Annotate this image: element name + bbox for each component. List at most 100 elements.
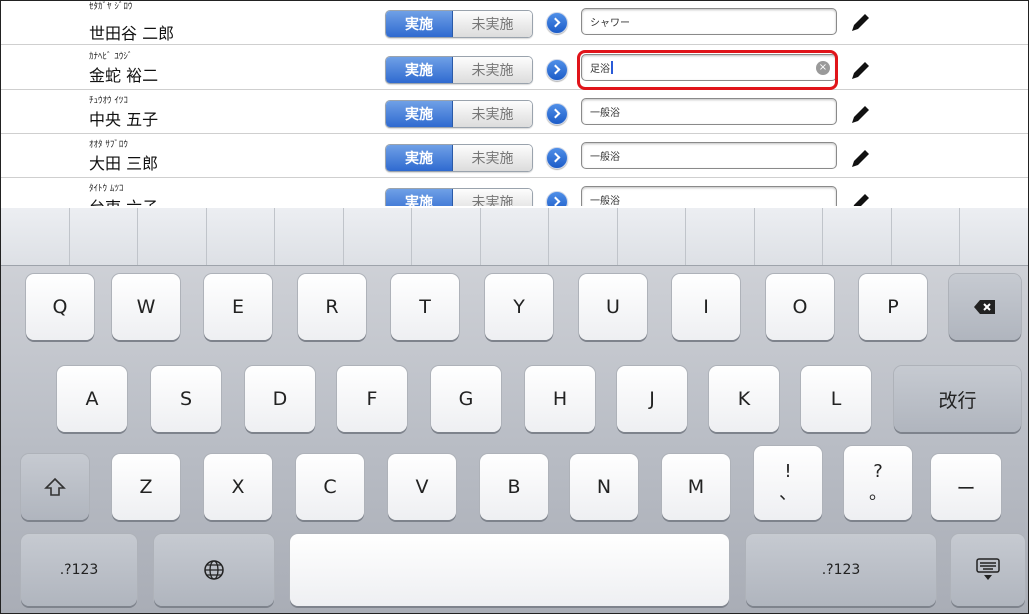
pencil-icon[interactable] xyxy=(849,10,873,34)
key-z[interactable]: Z xyxy=(112,454,180,520)
done-segment[interactable]: 実施 xyxy=(386,189,453,206)
name-kana: ﾀｲﾄｳ ﾑﾂｺ xyxy=(89,184,124,194)
return-key[interactable]: 改行 xyxy=(894,366,1021,432)
key-o[interactable]: O xyxy=(766,274,834,340)
not-done-segment[interactable]: 未実施 xyxy=(453,57,532,83)
done-segment[interactable]: 実施 xyxy=(386,101,453,127)
candidate-slot[interactable] xyxy=(275,208,344,265)
key-w[interactable]: W xyxy=(112,274,180,340)
bath-type-field[interactable]: 一般浴 xyxy=(581,186,837,206)
key-x[interactable]: X xyxy=(204,454,272,520)
key-a[interactable]: A xyxy=(57,366,127,432)
clear-icon[interactable]: × xyxy=(816,61,830,75)
key-c[interactable]: C xyxy=(296,454,364,520)
name-kana: ｶﾅﾍﾋﾞ ﾕｳｼﾞ xyxy=(89,52,133,62)
list-item: ﾀｲﾄｳ ﾑﾂｺ 台東 六子 実施 未実施 一般浴 xyxy=(1,178,1028,206)
candidate-slot[interactable] xyxy=(138,208,207,265)
disclosure-icon[interactable] xyxy=(546,12,568,34)
candidate-slot[interactable] xyxy=(892,208,961,265)
candidate-slot[interactable] xyxy=(960,208,1028,265)
resident-name: 中央 五子 xyxy=(89,110,159,129)
candidate-slot[interactable] xyxy=(344,208,413,265)
bath-type-field[interactable]: シャワー xyxy=(581,8,837,35)
name-kana: ｵｵﾀ ｻﾌﾞﾛｳ xyxy=(89,140,128,150)
key-q[interactable]: Q xyxy=(26,274,94,340)
pencil-icon[interactable] xyxy=(849,146,873,170)
bath-type-value: 一般浴 xyxy=(590,152,620,163)
candidate-slot[interactable] xyxy=(481,208,550,265)
disclosure-icon[interactable] xyxy=(546,103,568,125)
globe-key[interactable] xyxy=(154,534,274,606)
onscreen-keyboard: Q W E R T Y U I O P A S D F G H J K L 改行… xyxy=(1,208,1028,613)
list-item: ｶﾅﾍﾋﾞ ﾕｳｼﾞ 金蛇 裕二 実施 未実施 足浴 × xyxy=(1,46,1028,90)
key-t[interactable]: T xyxy=(391,274,459,340)
candidate-slot[interactable] xyxy=(70,208,139,265)
not-done-segment[interactable]: 未実施 xyxy=(453,11,532,37)
bath-type-value: シャワー xyxy=(590,18,630,29)
candidate-slot[interactable] xyxy=(1,208,70,265)
candidate-slot[interactable] xyxy=(207,208,276,265)
key-s[interactable]: S xyxy=(151,366,221,432)
resident-name: 金蛇 裕二 xyxy=(89,66,159,85)
key-v[interactable]: V xyxy=(388,454,456,520)
pencil-icon[interactable] xyxy=(849,58,873,82)
key-i[interactable]: I xyxy=(672,274,740,340)
key-p[interactable]: P xyxy=(859,274,927,340)
candidate-slot[interactable] xyxy=(755,208,824,265)
shift-icon xyxy=(44,477,66,496)
key-n[interactable]: N xyxy=(570,454,638,520)
numbers-key-left[interactable]: .?123 xyxy=(21,534,137,606)
disclosure-icon[interactable] xyxy=(546,147,568,169)
hide-keyboard-key[interactable] xyxy=(951,534,1025,606)
disclosure-icon[interactable] xyxy=(546,191,568,206)
resident-name: 大田 三郎 xyxy=(89,154,159,173)
resident-name: 台東 六子 xyxy=(89,194,158,206)
bath-type-field[interactable]: 一般浴 xyxy=(581,98,837,125)
backspace-key[interactable] xyxy=(949,274,1021,340)
key-k[interactable]: K xyxy=(709,366,779,432)
list-item: ﾁｭｳｵｳ ｲﾂｺ 中央 五子 実施 未実施 一般浴 xyxy=(1,90,1028,134)
globe-icon xyxy=(204,560,224,580)
key-question-period[interactable]: ?。 xyxy=(844,446,912,520)
numbers-key-right[interactable]: .?123 xyxy=(746,534,936,606)
candidate-slot[interactable] xyxy=(823,208,892,265)
candidate-slot[interactable] xyxy=(686,208,755,265)
key-long-dash[interactable]: ー xyxy=(931,454,1001,520)
candidate-slot[interactable] xyxy=(412,208,481,265)
status-segmented-control: 実施 未実施 xyxy=(385,100,533,128)
key-exclaim-comma[interactable]: !、 xyxy=(754,446,822,520)
key-f[interactable]: F xyxy=(337,366,407,432)
key-r[interactable]: R xyxy=(298,274,366,340)
space-key[interactable] xyxy=(290,534,729,606)
shift-key[interactable] xyxy=(21,454,89,520)
done-segment[interactable]: 実施 xyxy=(386,11,453,37)
key-g[interactable]: G xyxy=(431,366,501,432)
key-e[interactable]: E xyxy=(204,274,272,340)
key-u[interactable]: U xyxy=(579,274,647,340)
pencil-icon[interactable] xyxy=(849,102,873,126)
not-done-segment[interactable]: 未実施 xyxy=(453,189,532,206)
not-done-segment[interactable]: 未実施 xyxy=(453,101,532,127)
key-j[interactable]: J xyxy=(617,366,687,432)
disclosure-icon[interactable] xyxy=(546,59,568,81)
key-y[interactable]: Y xyxy=(485,274,553,340)
key-l[interactable]: L xyxy=(801,366,871,432)
pencil-icon[interactable] xyxy=(849,190,873,206)
key-h[interactable]: H xyxy=(525,366,595,432)
not-done-segment[interactable]: 未実施 xyxy=(453,145,532,171)
status-segmented-control: 実施 未実施 xyxy=(385,56,533,84)
bath-type-field[interactable]: 一般浴 xyxy=(581,142,837,169)
key-d[interactable]: D xyxy=(245,366,315,432)
key-legend-top: ! xyxy=(784,461,792,482)
done-segment[interactable]: 実施 xyxy=(386,145,453,171)
bath-type-value: 一般浴 xyxy=(590,108,620,119)
done-segment[interactable]: 実施 xyxy=(386,57,453,83)
candidate-bar xyxy=(1,208,1028,266)
key-m[interactable]: M xyxy=(662,454,730,520)
key-b[interactable]: B xyxy=(480,454,548,520)
key-legend-bottom: 、 xyxy=(779,483,797,504)
backspace-icon xyxy=(974,300,995,314)
bath-type-field[interactable]: 足浴 × xyxy=(581,54,837,81)
candidate-slot[interactable] xyxy=(549,208,618,265)
candidate-slot[interactable] xyxy=(618,208,687,265)
